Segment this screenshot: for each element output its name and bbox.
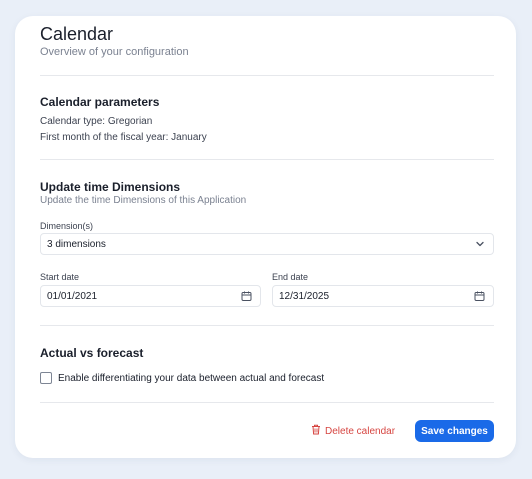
calendar-card: Calendar Overview of your configuration … bbox=[15, 16, 516, 458]
end-date-label: End date bbox=[272, 272, 309, 282]
dimension-value: 3 dimensions bbox=[47, 238, 106, 250]
calendar-icon bbox=[474, 291, 485, 302]
forecast-checkbox-row[interactable]: Enable differentiating your data between… bbox=[40, 372, 324, 384]
divider bbox=[40, 159, 494, 160]
save-changes-button[interactable]: Save changes bbox=[415, 420, 494, 442]
start-date-field[interactable]: 01/01/2021 bbox=[40, 285, 261, 307]
page-subtitle: Overview of your configuration bbox=[40, 46, 189, 58]
divider bbox=[40, 75, 494, 76]
calendar-icon bbox=[241, 291, 252, 302]
calendar-parameters-title: Calendar parameters bbox=[40, 95, 160, 109]
time-dimensions-subtitle: Update the time Dimensions of this Appli… bbox=[40, 195, 247, 206]
calendar-card-content: Calendar Overview of your configuration … bbox=[40, 16, 494, 458]
end-date-value: 12/31/2025 bbox=[279, 290, 330, 302]
delete-calendar-button[interactable]: Delete calendar bbox=[311, 421, 395, 441]
start-date-value: 01/01/2021 bbox=[47, 290, 98, 302]
forecast-checkbox-label: Enable differentiating your data between… bbox=[58, 372, 325, 384]
forecast-checkbox[interactable] bbox=[40, 372, 52, 384]
end-date-field[interactable]: 12/31/2025 bbox=[272, 285, 494, 307]
delete-calendar-label: Delete calendar bbox=[325, 425, 396, 437]
actual-vs-forecast-title: Actual vs forecast bbox=[40, 346, 144, 360]
dimension-select[interactable]: 3 dimensions bbox=[40, 233, 494, 255]
calendar-type-text: Calendar type: Gregorian bbox=[40, 116, 153, 127]
page-title: Calendar bbox=[40, 24, 114, 44]
start-date-label: Start date bbox=[40, 272, 80, 282]
chevron-down-icon bbox=[475, 239, 485, 249]
dimension-label: Dimension(s) bbox=[40, 221, 94, 231]
time-dimensions-title: Update time Dimensions bbox=[40, 180, 181, 194]
divider bbox=[40, 402, 494, 403]
fiscal-month-text: First month of the fiscal year: January bbox=[40, 132, 207, 143]
trash-icon bbox=[311, 424, 321, 438]
divider bbox=[40, 325, 494, 326]
